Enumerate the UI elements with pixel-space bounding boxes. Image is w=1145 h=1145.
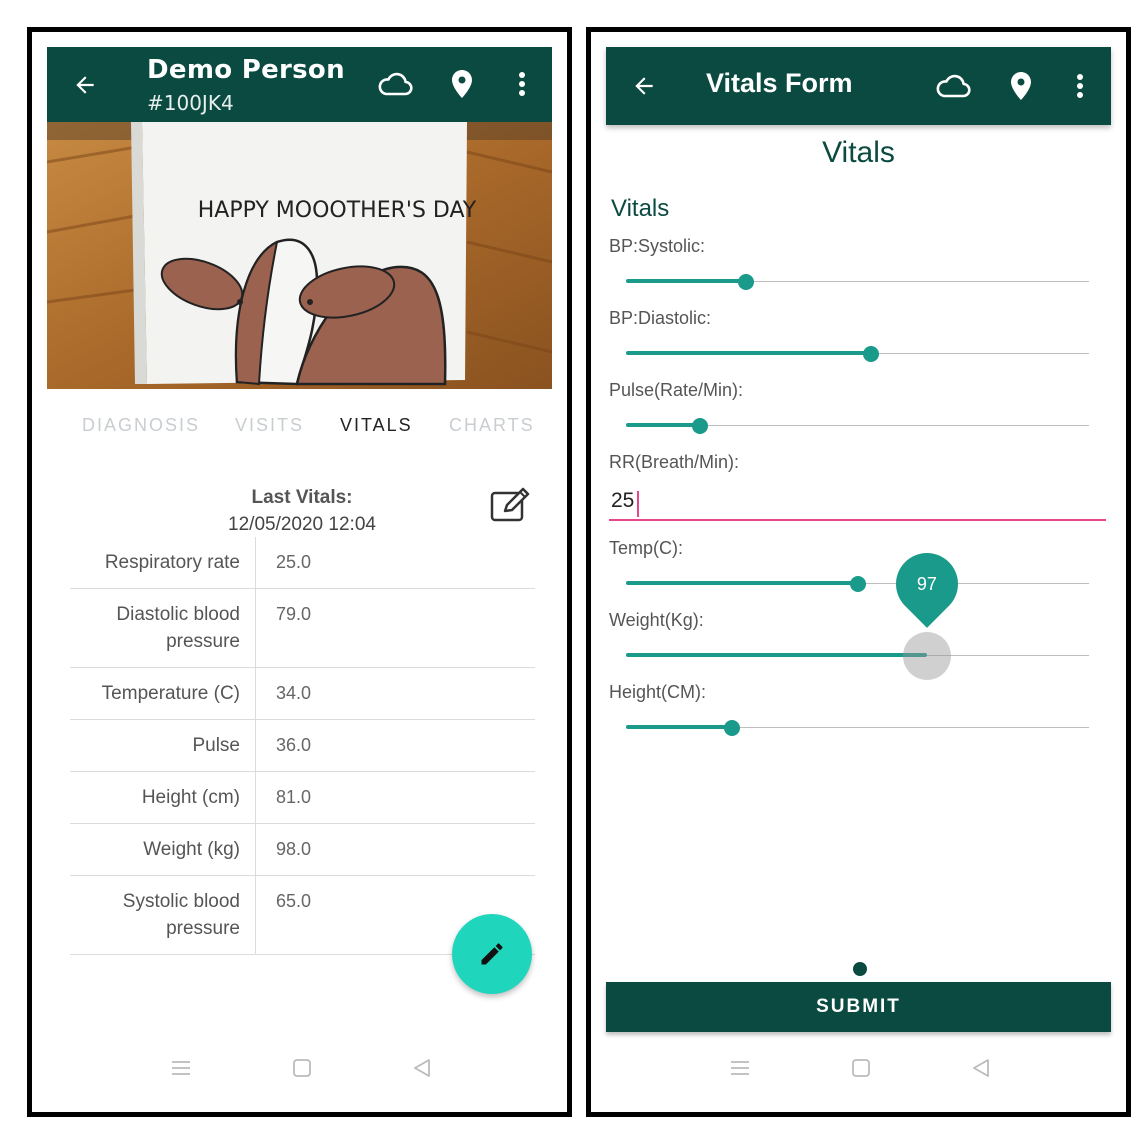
vital-label: Pulse <box>70 720 256 771</box>
location-pin-icon[interactable] <box>447 65 477 103</box>
more-vert-icon[interactable] <box>507 67 537 101</box>
home-nav-icon[interactable] <box>292 1058 312 1082</box>
temp-slider[interactable] <box>626 574 1089 594</box>
table-row: Height (cm) 81.0 <box>70 772 535 824</box>
rr-input[interactable] <box>609 487 1106 521</box>
patient-detail-screen: Demo Person #100JK4 HAPPY MOOOTHER'S DAY… <box>27 27 572 1117</box>
person-id: #100JK4 <box>147 91 234 115</box>
person-name: Demo Person <box>147 55 345 85</box>
page-title: Vitals <box>822 136 895 169</box>
form-title: Vitals Form <box>706 68 853 98</box>
slider-thumb[interactable] <box>724 720 741 736</box>
vital-value: 34.0 <box>276 683 312 703</box>
more-vert-icon[interactable] <box>1065 69 1095 103</box>
height-slider[interactable] <box>626 718 1089 738</box>
edit-note-icon[interactable] <box>490 487 532 523</box>
pulse-slider[interactable] <box>626 416 1089 436</box>
tab-charts[interactable]: CHARTS <box>449 415 535 436</box>
tab-bar: DIAGNOSIS VISITS VITALS CHARTS <box>47 402 552 452</box>
app-bar: Vitals Form <box>606 47 1111 125</box>
slider-fill <box>626 351 872 355</box>
table-row: Pulse 36.0 <box>70 720 535 772</box>
pencil-icon <box>481 943 503 965</box>
last-vitals-header: Last Vitals: 12/05/2020 12:04 <box>182 487 422 536</box>
pulse-label: Pulse(Rate/Min): <box>609 380 744 400</box>
page-indicator-dot <box>853 962 867 976</box>
vital-label: Systolic blood pressure <box>70 876 256 954</box>
slider-thumb[interactable] <box>863 346 880 362</box>
slider-fill <box>626 423 701 427</box>
vital-value: 98.0 <box>276 839 312 859</box>
app-bar: Demo Person #100JK4 <box>47 47 552 122</box>
slider-fill <box>626 581 858 585</box>
card-text: HAPPY MOOOTHER'S DAY <box>198 198 477 223</box>
back-nav-icon[interactable] <box>412 1058 432 1082</box>
tab-vitals[interactable]: VITALS <box>340 415 413 436</box>
slider-thumb-pressed[interactable] <box>902 632 951 680</box>
tab-visits[interactable]: VISITS <box>235 415 304 436</box>
cloud-icon[interactable] <box>375 67 415 101</box>
vital-value: 36.0 <box>276 735 312 755</box>
vital-value: 81.0 <box>276 787 312 807</box>
system-nav-bar <box>591 1052 1126 1092</box>
system-nav-bar <box>32 1052 567 1092</box>
vital-label: Diastolic blood pressure <box>70 589 256 667</box>
slider-thumb[interactable] <box>692 418 709 434</box>
vital-label: Temperature (C) <box>70 668 256 719</box>
temp-label: Temp(C): <box>609 538 684 558</box>
table-row: Temperature (C) 34.0 <box>70 668 535 720</box>
vital-value: 25.0 <box>276 552 312 572</box>
last-vitals-label: Last Vitals: <box>251 487 353 508</box>
vital-value: 79.0 <box>276 604 312 624</box>
section-title: Vitals <box>611 195 670 222</box>
back-arrow-icon[interactable] <box>628 70 660 102</box>
patient-photo: HAPPY MOOOTHER'S DAY <box>47 122 552 389</box>
weight-slider[interactable]: 97 <box>626 540 1089 680</box>
home-nav-icon[interactable] <box>851 1058 871 1082</box>
menu-nav-icon[interactable] <box>170 1058 192 1082</box>
slider-thumb[interactable] <box>849 576 866 592</box>
submit-button[interactable]: SUBMIT <box>606 982 1111 1032</box>
last-vitals-timestamp: 12/05/2020 12:04 <box>228 514 376 535</box>
table-row: Weight (kg) 98.0 <box>70 824 535 876</box>
systolic-slider[interactable] <box>626 272 1089 292</box>
table-row: Respiratory rate 25.0 <box>70 537 535 589</box>
slider-fill <box>626 279 747 283</box>
edit-fab-button[interactable] <box>452 914 532 994</box>
table-row: Diastolic blood pressure 79.0 <box>70 589 535 668</box>
vitals-form-screen: Vitals Form Vitals Vitals BP:Systolic: B… <box>586 27 1131 1117</box>
rr-label: RR(Breath/Min): <box>609 452 740 472</box>
tab-diagnosis[interactable]: DIAGNOSIS <box>82 415 200 436</box>
back-arrow-icon[interactable] <box>69 69 101 101</box>
slider-thumb[interactable] <box>738 274 755 290</box>
slider-fill <box>626 653 927 657</box>
diastolic-slider[interactable] <box>626 344 1089 364</box>
text-cursor <box>637 491 639 517</box>
vital-label: Height (cm) <box>70 772 256 823</box>
menu-nav-icon[interactable] <box>729 1058 751 1082</box>
vital-label: Weight (kg) <box>70 824 256 875</box>
diastolic-label: BP:Diastolic: <box>609 308 712 328</box>
cloud-icon[interactable] <box>933 69 973 103</box>
back-nav-icon[interactable] <box>971 1058 991 1082</box>
vital-label: Respiratory rate <box>70 537 256 588</box>
systolic-label: BP:Systolic: <box>609 236 706 256</box>
slider-fill <box>626 725 733 729</box>
vitals-table: Respiratory rate 25.0 Diastolic blood pr… <box>70 537 535 955</box>
value-bubble-text: 97 <box>916 574 937 594</box>
height-label: Height(CM): <box>609 682 707 702</box>
weight-label: Weight(Kg): <box>609 610 704 630</box>
location-pin-icon[interactable] <box>1006 67 1036 105</box>
